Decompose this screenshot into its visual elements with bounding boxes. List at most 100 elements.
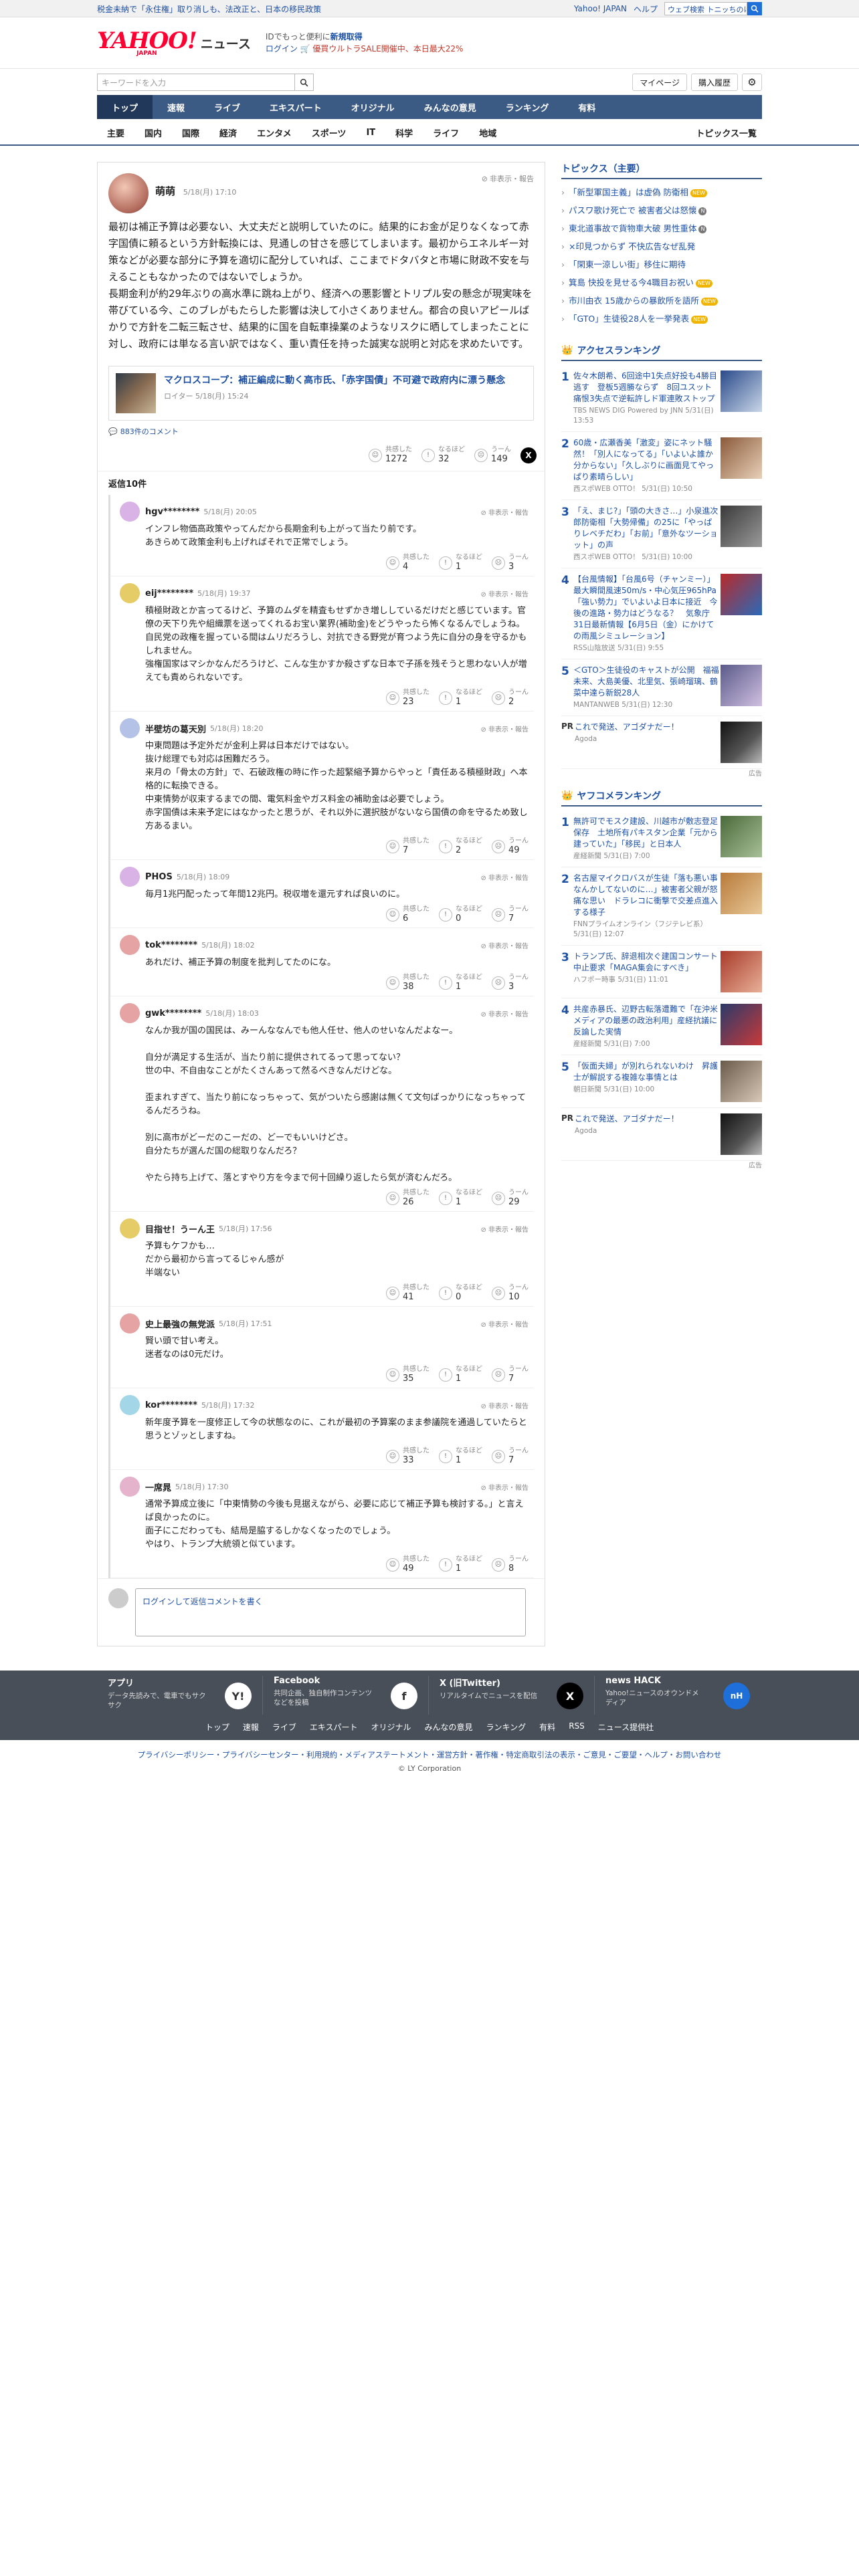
- cat-world[interactable]: 国際: [172, 126, 209, 139]
- topics-title[interactable]: トピックス（主要）: [561, 162, 762, 179]
- topic-item[interactable]: › 「閑東一涼しい街」移住に期待: [561, 255, 762, 274]
- footer-link[interactable]: トップ: [205, 1721, 229, 1733]
- naruhodo-button[interactable]: ! なるほど 1: [439, 554, 482, 572]
- access-ranking-title[interactable]: 👑 アクセスランキング: [561, 344, 762, 361]
- naruhodo-button[interactable]: ! なるほど 1: [439, 1447, 482, 1465]
- uun-button[interactable]: ☹ うーん 7: [492, 1447, 529, 1465]
- ranking-title[interactable]: 共産赤暴氏、辺野古転落遭難で「在沖米メディアの最悪の政治利用」産経抗議に反論した…: [573, 1004, 719, 1038]
- ranking-item[interactable]: 3 「え、まじ?」「頭の大きさ…」小泉進次郎防衛相「大勢帰備」の25に「やっぱりレ…: [561, 500, 762, 568]
- reply-author[interactable]: 半壁坊の葛天別: [145, 722, 206, 735]
- report-link[interactable]: ⊘ 非表示・報告: [480, 1319, 529, 1329]
- report-link[interactable]: ⊘ 非表示・報告: [482, 173, 534, 184]
- ranking-title[interactable]: トランプ氏、辞退相次ぐ建国コンサート中止要求「MAGA集会にすべき」: [573, 951, 719, 974]
- avatar[interactable]: [120, 1477, 140, 1497]
- ranking-item[interactable]: 4 共産赤暴氏、辺野古転落遭難で「在沖米メディアの最悪の政治利用」産経抗議に反論し…: [561, 998, 762, 1055]
- footer-link[interactable]: みんなの意見: [425, 1721, 473, 1733]
- ranking-title[interactable]: 名古屋マイクロバスが生徒「落も悪い事なんかしてないのに…」被害者父親が怒痛な思い…: [573, 873, 719, 918]
- uun-button[interactable]: ☹ うーん 7: [492, 1366, 529, 1384]
- uun-button[interactable]: ☹ うーん 10: [492, 1284, 529, 1302]
- uun-button[interactable]: ☹ うーん 2: [492, 689, 529, 707]
- legal-links[interactable]: プライバシーポリシー・プライバシーセンター・利用規約・メディアステートメント・運…: [0, 1749, 859, 1760]
- ranking-item[interactable]: 1 佐々木朗希、6回途中1失点好投も4勝目逃す 登板5週勝ならず 8回ユスット痛恨…: [561, 365, 762, 432]
- footer-link[interactable]: ニュース提供社: [598, 1721, 654, 1733]
- ranking-title[interactable]: 「仮面夫婦」が別れられないわけ 昇護士が解説する複雑な事情とは: [573, 1061, 719, 1083]
- cat-science[interactable]: 科学: [385, 126, 423, 139]
- ranking-title[interactable]: ＜GTO＞生徒役のキャストが公開 福福未来、大島美優、北里気、張崎瑠璃、鶴菜中達…: [573, 665, 719, 699]
- pr-ad[interactable]: PR これで発送、アゴダナだー！ Agoda 広告: [561, 716, 762, 778]
- agree-button[interactable]: ☺ 共感した 1272: [369, 446, 412, 464]
- footer-link[interactable]: 有料: [539, 1721, 555, 1733]
- reply-input[interactable]: ログインして返信コメントを書く: [135, 1588, 526, 1636]
- naruhodo-button[interactable]: ! なるほど 32: [421, 446, 465, 464]
- ranking-item[interactable]: 5 「仮面夫婦」が別れられないわけ 昇護士が解説する複雑な事情とは 朝日新聞 5/3…: [561, 1055, 762, 1108]
- uun-button[interactable]: ☹ うーん 3: [492, 554, 529, 572]
- footer-link[interactable]: RSS: [569, 1721, 585, 1733]
- ranking-item[interactable]: 1 無許可でモスク建設、川越市が敷志登足保存 土地所有パキスタン企業「元から建って…: [561, 811, 762, 867]
- gnav-original[interactable]: オリジナル: [337, 95, 409, 119]
- agree-button[interactable]: ☺ 共感した 41: [386, 1284, 430, 1302]
- avatar[interactable]: [120, 1003, 140, 1023]
- cat-life[interactable]: ライフ: [423, 126, 469, 139]
- login-link[interactable]: ログイン: [266, 44, 298, 53]
- agree-button[interactable]: ☺ 共感した 38: [386, 974, 430, 992]
- ranking-item[interactable]: 5 ＜GTO＞生徒役のキャストが公開 福福未来、大島美優、北里気、張崎瑠璃、鶴菜中…: [561, 659, 762, 716]
- help-link[interactable]: ヘルプ: [634, 3, 658, 15]
- topic-item[interactable]: › 東北道事故で貨物車大破 男性重体 N: [561, 219, 762, 237]
- yafuco-ranking-title[interactable]: 👑 ヤフコメランキング: [561, 789, 762, 807]
- avatar[interactable]: [120, 1313, 140, 1333]
- reply-author[interactable]: 一席晁: [145, 1481, 171, 1493]
- footer-facebook[interactable]: Facebook 共同企画、独自制作コンテンツなどを投稿 f: [263, 1676, 429, 1715]
- report-link[interactable]: ⊘ 非表示・報告: [480, 588, 529, 599]
- ranking-title[interactable]: 無許可でモスク建設、川越市が敷志登足保存 土地所有パキスタン企業「元から建ってい…: [573, 816, 719, 850]
- agree-button[interactable]: ☺ 共感した 33: [386, 1447, 430, 1465]
- yahoo-japan-link[interactable]: Yahoo! JAPAN: [574, 4, 627, 13]
- top-news-link[interactable]: 税金未納で「永住権」取り消しも、法改正と、日本の移民政策: [97, 3, 321, 15]
- topic-item[interactable]: › パスワ歌け死亡で 被害者父は怒懐 N: [561, 201, 762, 219]
- yahoo-news-logo[interactable]: YAHOO! JAPAN ニュース: [97, 29, 251, 57]
- news-search-button[interactable]: [295, 74, 314, 91]
- reply-author[interactable]: gwk********: [145, 1008, 201, 1018]
- footer-link[interactable]: 速報: [243, 1721, 259, 1733]
- cat-economy[interactable]: 経済: [209, 126, 247, 139]
- agree-button[interactable]: ☺ 共感した 26: [386, 1189, 430, 1207]
- topics-list-link[interactable]: トピックス一覧: [690, 126, 762, 139]
- agree-button[interactable]: ☺ 共感した 23: [386, 689, 430, 707]
- report-link[interactable]: ⊘ 非表示・報告: [480, 1008, 529, 1018]
- footer-newshack[interactable]: news HACK Yahoo!ニュースのオウンドメディア nH: [595, 1676, 761, 1715]
- report-link[interactable]: ⊘ 非表示・報告: [480, 507, 529, 517]
- footer-app[interactable]: アプリ データ先読みで、電車でもサクサク Y!: [97, 1676, 263, 1715]
- topic-item[interactable]: › 市川由衣 15歳からの暴飲所を語所 NEW: [561, 292, 762, 310]
- naruhodo-button[interactable]: ! なるほど 1: [439, 689, 482, 707]
- naruhodo-button[interactable]: ! なるほど 1: [439, 1555, 482, 1574]
- footer-link[interactable]: オリジナル: [371, 1721, 411, 1733]
- topic-item[interactable]: › 「GTO」生徒役28人を一挙発表 NEW: [561, 310, 762, 328]
- naruhodo-button[interactable]: ! なるほど 2: [439, 837, 482, 855]
- ranking-item[interactable]: 3 トランプ氏、辞退相次ぐ建国コンサート中止要求「MAGA集会にすべき」 ハフポー時…: [561, 946, 762, 998]
- naruhodo-button[interactable]: ! なるほど 1: [439, 1189, 482, 1207]
- ranking-title[interactable]: 「え、まじ?」「頭の大きさ…」小泉進次郎防衛相「大勢帰備」の25に「やっぱりレベ…: [573, 506, 719, 551]
- pr-ad[interactable]: PR これで発送、アゴダナだー！ Agoda 広告: [561, 1108, 762, 1170]
- reply-author[interactable]: 目指せ！うーん王: [145, 1222, 215, 1235]
- avatar[interactable]: [120, 867, 140, 887]
- footer-link[interactable]: エキスパート: [310, 1721, 358, 1733]
- report-link[interactable]: ⊘ 非表示・報告: [480, 872, 529, 882]
- avatar[interactable]: [120, 718, 140, 738]
- report-link[interactable]: ⊘ 非表示・報告: [480, 724, 529, 734]
- uun-button[interactable]: ☹ うーん 29: [492, 1189, 529, 1207]
- naruhodo-button[interactable]: ! なるほど 1: [439, 974, 482, 992]
- gnav-breaking[interactable]: 速報: [153, 95, 199, 119]
- agree-button[interactable]: ☺ 共感した 6: [386, 905, 430, 924]
- web-search-button[interactable]: [747, 2, 762, 15]
- news-search-input[interactable]: キーワードを入力: [97, 74, 295, 91]
- uun-button[interactable]: ☹ うーん 8: [492, 1555, 529, 1574]
- ranking-title[interactable]: 【台風情報】「台風6号（チャンミー）」最大瞬間風速50m/s・中心気圧965hP…: [573, 574, 719, 642]
- comments-count-link[interactable]: 💬 883件のコメント: [98, 421, 545, 442]
- reply-author[interactable]: PHOS: [145, 872, 173, 882]
- avatar[interactable]: [120, 1218, 140, 1239]
- cat-local[interactable]: 地域: [469, 126, 506, 139]
- report-link[interactable]: ⊘ 非表示・報告: [480, 1482, 529, 1492]
- gnav-ranking[interactable]: ランキング: [491, 95, 564, 119]
- footer-link[interactable]: ランキング: [486, 1721, 527, 1733]
- topic-item[interactable]: › 箕島 快投を見せる今4職目お祝い NEW: [561, 274, 762, 292]
- gnav-paid[interactable]: 有料: [563, 95, 610, 119]
